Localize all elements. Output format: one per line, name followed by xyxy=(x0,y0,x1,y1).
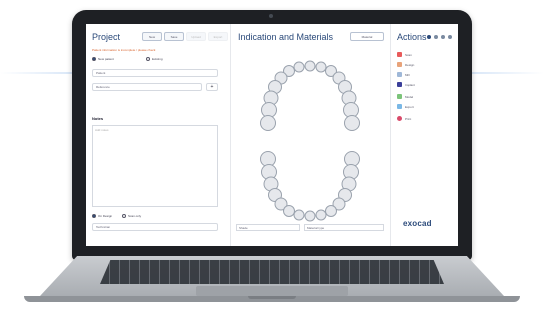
radio-label: Existing xyxy=(152,57,163,61)
radio-new-patient[interactable]: New patient xyxy=(92,57,114,61)
tooth xyxy=(283,205,295,217)
radio-label: On Design xyxy=(98,214,113,218)
new-button[interactable]: New xyxy=(142,32,162,41)
action-label: Export xyxy=(405,104,414,109)
laptop-notch xyxy=(248,296,296,299)
radio-existing[interactable]: Existing xyxy=(146,57,163,61)
export-icon xyxy=(397,104,402,109)
reference-field-label: Reference xyxy=(96,85,110,89)
tooth xyxy=(293,209,305,221)
project-title: Project xyxy=(92,32,121,42)
actions-panel: Actions Scan Design Mill Implant Model E… xyxy=(390,24,458,246)
print-icon xyxy=(397,116,402,121)
add-icon[interactable]: + xyxy=(206,83,218,91)
radio-dot-icon xyxy=(146,57,150,61)
reference-field[interactable]: Reference xyxy=(92,83,202,91)
patient-field-label: Patient xyxy=(96,71,106,75)
mill-icon xyxy=(397,72,402,77)
touchpad xyxy=(196,286,348,296)
laptop-lid: Project New Save Upload Export Patient i… xyxy=(72,10,472,260)
patient-field[interactable]: Patient xyxy=(92,69,218,77)
indication-title: Indication and Materials xyxy=(238,32,334,42)
material-type-field-label: Material type xyxy=(307,225,325,230)
tooth xyxy=(304,60,316,72)
notes-textarea[interactable]: Add notes xyxy=(92,125,218,207)
project-panel: Project New Save Upload Export Patient i… xyxy=(86,24,231,246)
camera xyxy=(269,14,273,18)
warning-text: Patient information is incomplete / plea… xyxy=(92,48,156,52)
upload-button[interactable]: Upload xyxy=(186,32,206,41)
action-label: Implant xyxy=(405,82,415,87)
exocad-logo: exocad xyxy=(403,219,432,228)
info-icon[interactable] xyxy=(441,35,445,39)
material-dropdown-label: Material xyxy=(361,34,373,39)
radio-dot-icon xyxy=(92,214,96,218)
action-item[interactable]: Implant xyxy=(397,82,415,87)
tooth xyxy=(315,61,327,73)
tooth xyxy=(325,205,337,217)
keyboard xyxy=(100,260,444,284)
radio-dot-icon xyxy=(122,214,126,218)
model-icon xyxy=(397,94,402,99)
material-dropdown[interactable]: Material xyxy=(350,32,384,41)
action-label: Print xyxy=(405,116,412,121)
technician-field-label: Technician xyxy=(96,225,111,229)
menu-icon[interactable] xyxy=(448,35,452,39)
actions-title: Actions xyxy=(397,32,427,42)
tooth xyxy=(260,115,276,131)
material-type-field[interactable]: Material type xyxy=(304,224,384,231)
dental-arch-chart[interactable] xyxy=(250,52,370,230)
action-label: Design xyxy=(405,62,415,67)
tooth xyxy=(344,115,360,131)
help-icon[interactable] xyxy=(434,35,438,39)
scan-icon xyxy=(397,52,402,57)
shade-field[interactable]: Shade xyxy=(236,224,300,231)
action-item[interactable]: Export xyxy=(397,104,414,109)
action-item[interactable]: Print xyxy=(397,116,411,121)
shade-field-label: Shade xyxy=(239,225,248,230)
notes-label: Notes xyxy=(92,116,104,121)
radio-label: Scan only xyxy=(128,214,142,218)
implant-icon xyxy=(397,82,402,87)
technician-field[interactable]: Technician xyxy=(92,223,218,231)
tooth xyxy=(293,61,305,73)
notes-placeholder: Add notes xyxy=(95,128,109,132)
tooth xyxy=(304,210,316,222)
action-item[interactable]: Design xyxy=(397,62,414,67)
laptop-screen: Project New Save Upload Export Patient i… xyxy=(86,24,458,246)
radio-dot-icon xyxy=(92,57,96,61)
tooth xyxy=(315,209,327,221)
action-item[interactable]: Scan xyxy=(397,52,412,57)
action-label: Scan xyxy=(405,52,412,57)
export-button[interactable]: Export xyxy=(208,32,228,41)
save-button[interactable]: Save xyxy=(164,32,184,41)
action-item[interactable]: Model xyxy=(397,94,413,99)
action-label: Mill xyxy=(405,72,410,77)
radio-label: New patient xyxy=(98,57,114,61)
radio-on-design[interactable]: On Design xyxy=(92,214,112,218)
action-item[interactable]: Mill xyxy=(397,72,410,77)
radio-scan-only[interactable]: Scan only xyxy=(122,214,141,218)
indication-panel: Indication and Materials Material Shade … xyxy=(230,24,390,246)
settings-icon[interactable] xyxy=(427,35,431,39)
design-icon xyxy=(397,62,402,67)
action-label: Model xyxy=(405,94,414,99)
